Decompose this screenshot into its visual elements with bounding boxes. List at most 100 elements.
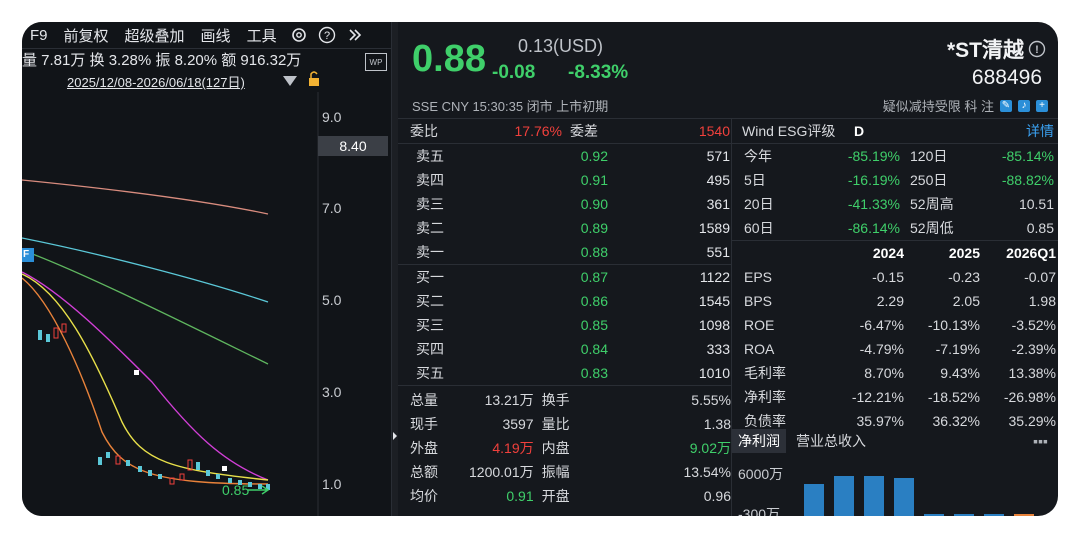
dropdown-arrow-icon xyxy=(283,76,297,86)
ask-label: 卖三 xyxy=(416,196,444,212)
svg-text:!: ! xyxy=(1035,44,1039,56)
tab-revenue[interactable]: 营业总收入 xyxy=(786,429,876,453)
perf-value: -85.14% xyxy=(1001,148,1054,164)
stat-value: 9.02万 xyxy=(689,440,731,456)
last-price-label: 0.85 xyxy=(222,482,250,498)
stat-label: 均价 xyxy=(410,488,438,504)
fin-row: 毛利率 8.70% 9.43% 13.38% xyxy=(732,361,1058,385)
bar xyxy=(954,514,974,516)
ask-price: 0.91 xyxy=(580,172,608,188)
bid-price: 0.85 xyxy=(580,317,608,333)
bid-row[interactable]: 买五 0.83 1010 xyxy=(398,361,731,385)
bid-row[interactable]: 买一 0.87 1122 xyxy=(398,265,731,289)
bar xyxy=(924,514,944,516)
info-icon[interactable]: ! xyxy=(1028,40,1046,58)
fin-value: 35.97% xyxy=(856,413,904,429)
perf-row: 20日 -41.33% 52周高 10.51 xyxy=(732,192,1058,216)
ask-row[interactable]: 卖五 0.92 571 xyxy=(398,144,731,168)
ask-volume: 551 xyxy=(706,244,730,260)
fin-value: -10.13% xyxy=(927,317,980,333)
bid-row[interactable]: 买四 0.84 333 xyxy=(398,337,731,361)
bid-row[interactable]: 买三 0.85 1098 xyxy=(398,313,731,337)
stat-value: 13.54% xyxy=(683,464,731,480)
wei-cha-label: 委差 xyxy=(570,123,598,139)
ask-row[interactable]: 卖三 0.90 361 xyxy=(398,192,731,216)
stat-row: 现手 3597 量比 1.38 xyxy=(398,412,731,436)
perf-label: 今年 xyxy=(744,148,772,164)
bar xyxy=(894,478,914,516)
perf-row: 5日 -16.19% 250日 -88.82% xyxy=(732,168,1058,192)
last-price: 0.88 xyxy=(412,38,486,80)
ask-row[interactable]: 卖四 0.91 495 xyxy=(398,168,731,192)
perf-value: -85.19% xyxy=(847,148,900,164)
bid-label: 买三 xyxy=(416,317,444,333)
ask-row[interactable]: 卖二 0.89 1589 xyxy=(398,216,731,240)
fin-label: 负债率 xyxy=(744,413,786,429)
perf-label: 5日 xyxy=(744,172,766,188)
edit-icon[interactable]: ✎ xyxy=(1000,99,1012,112)
fin-value: -26.98% xyxy=(1003,389,1056,405)
bar xyxy=(834,476,854,516)
ask-label: 卖五 xyxy=(416,148,444,164)
mini-chart-top-label: 6000万 xyxy=(738,466,784,482)
perf-value: -86.14% xyxy=(847,220,900,236)
fin-value: 1.98 xyxy=(1028,293,1056,309)
fin-value: -7.19% xyxy=(935,341,980,357)
ma-line-cyan xyxy=(22,237,269,303)
perf-label: 60日 xyxy=(744,220,774,236)
esg-label: Wind ESG评级 xyxy=(742,123,836,139)
ask-volume: 1589 xyxy=(698,220,730,236)
candles xyxy=(38,323,270,490)
perf-label: 52周高 xyxy=(910,196,954,212)
ask-row[interactable]: 卖一 0.88 551 xyxy=(398,240,731,264)
axis-tick: 3.0 xyxy=(322,384,342,400)
bid-volume: 1098 xyxy=(698,317,730,333)
fin-value: -0.23 xyxy=(948,269,980,285)
stat-label: 外盘 xyxy=(410,440,438,456)
stat-value: 13.21万 xyxy=(484,392,534,408)
fin-row: EPS -0.15 -0.23 -0.07 xyxy=(732,265,1058,289)
perf-row: 今年 -85.19% 120日 -85.14% xyxy=(732,144,1058,168)
fin-value: 2.29 xyxy=(876,293,904,309)
usd-price: 0.13(USD) xyxy=(518,36,604,56)
fin-value: -2.39% xyxy=(1011,341,1056,357)
chart-panel[interactable]: F9 前复权 超级叠加 画线 工具 ? 量 7.81万 换 3.28% 振 8.… xyxy=(22,22,391,516)
stat-row: 总额 1200.01万 振幅 13.54% xyxy=(398,460,731,484)
ask-price: 0.88 xyxy=(580,244,608,260)
stat-label: 换手 xyxy=(541,392,570,408)
fin-year: 2025 xyxy=(948,245,980,261)
bid-volume: 333 xyxy=(706,341,730,357)
ma-line-magenta xyxy=(22,271,269,481)
ma-line-yellow xyxy=(22,273,269,481)
ask-volume: 495 xyxy=(706,172,730,188)
fin-value: -6.47% xyxy=(859,317,904,333)
more-icon[interactable]: ▪▪▪ xyxy=(1033,433,1048,449)
bid-row[interactable]: 买二 0.86 1545 xyxy=(398,289,731,313)
mini-chart-bottom-label: -300万 xyxy=(738,506,781,516)
esg-grade: D xyxy=(854,123,865,139)
stat-row: 均价 0.91 开盘 0.96 xyxy=(398,484,731,508)
bid-price: 0.84 xyxy=(580,341,608,357)
fin-row: BPS 2.29 2.05 1.98 xyxy=(732,289,1058,313)
bar xyxy=(1014,514,1034,516)
ask-price: 0.90 xyxy=(580,196,608,212)
panel-divider[interactable] xyxy=(391,22,398,516)
stock-code: 688496 xyxy=(971,66,1042,89)
bid-label: 买四 xyxy=(416,341,444,357)
wei-bi-value: 17.76% xyxy=(514,123,562,139)
fin-label: 净利率 xyxy=(744,389,786,405)
bid-price: 0.83 xyxy=(580,365,608,381)
fin-row: ROE -6.47% -10.13% -3.52% xyxy=(732,313,1058,337)
perf-label: 120日 xyxy=(910,148,948,164)
fin-header: 2024 2025 2026Q1 xyxy=(732,241,1058,265)
tab-net-profit[interactable]: 净利润 xyxy=(732,429,786,453)
stat-value: 0.96 xyxy=(703,488,731,504)
perf-value: 10.51 xyxy=(1018,196,1054,212)
esg-detail-link[interactable]: 详情 xyxy=(894,121,1054,141)
stat-label: 现手 xyxy=(410,416,438,432)
bell-icon[interactable]: ♪ xyxy=(1018,99,1030,112)
stat-label: 量比 xyxy=(541,416,570,432)
fin-year: 2026Q1 xyxy=(1006,245,1056,261)
ask-label: 卖一 xyxy=(416,244,444,260)
add-icon[interactable]: + xyxy=(1036,99,1048,112)
